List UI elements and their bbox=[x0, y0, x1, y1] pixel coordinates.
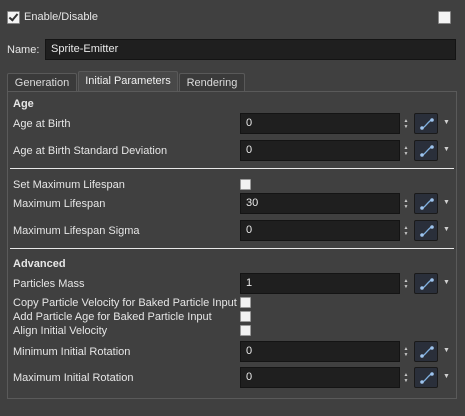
function-curve-icon[interactable] bbox=[414, 220, 438, 241]
enable-checkbox[interactable] bbox=[7, 11, 20, 24]
age-std-label: Age at Birth Standard Deviation bbox=[13, 145, 168, 157]
copy-vel-checkbox[interactable] bbox=[240, 297, 251, 308]
max-rot-label: Maximum Initial Rotation bbox=[13, 372, 134, 384]
max-life-sigma-label: Maximum Lifespan Sigma bbox=[13, 225, 140, 237]
tab-initial-parameters[interactable]: Initial Parameters bbox=[78, 71, 178, 92]
spin-arrows-icon[interactable]: ▲ ▼ bbox=[401, 113, 411, 134]
age-at-birth-label: Age at Birth bbox=[13, 118, 71, 130]
function-curve-icon[interactable] bbox=[414, 273, 438, 294]
name-field[interactable]: Sprite-Emitter bbox=[45, 39, 456, 60]
max-life-field[interactable]: 30 bbox=[240, 193, 400, 214]
dropdown-caret-icon[interactable]: ▼ bbox=[443, 373, 451, 380]
dropdown-caret-icon[interactable]: ▼ bbox=[443, 279, 451, 286]
add-age-checkbox[interactable] bbox=[240, 311, 251, 322]
copy-vel-label: Copy Particle Velocity for Baked Particl… bbox=[13, 297, 237, 309]
age-std-field[interactable]: 0 bbox=[240, 140, 400, 161]
function-curve-icon[interactable] bbox=[414, 113, 438, 134]
dropdown-caret-icon[interactable]: ▼ bbox=[443, 199, 451, 206]
function-curve-icon[interactable] bbox=[414, 367, 438, 388]
min-rot-field[interactable]: 0 bbox=[240, 341, 400, 362]
max-life-label: Maximum Lifespan bbox=[13, 198, 106, 210]
dropdown-caret-icon[interactable]: ▼ bbox=[443, 347, 451, 354]
tab-rendering[interactable]: Rendering bbox=[179, 73, 245, 92]
divider bbox=[10, 248, 454, 249]
name-label: Name: bbox=[7, 44, 40, 56]
function-curve-icon[interactable] bbox=[414, 140, 438, 161]
mass-field[interactable]: 1 bbox=[240, 273, 400, 294]
spin-arrows-icon[interactable]: ▲ ▼ bbox=[401, 220, 411, 241]
set-max-life-label: Set Maximum Lifespan bbox=[13, 179, 125, 191]
mass-label: Particles Mass bbox=[13, 278, 85, 290]
dropdown-caret-icon[interactable]: ▼ bbox=[443, 226, 451, 233]
add-age-label: Add Particle Age for Baked Particle Inpu… bbox=[13, 311, 212, 323]
enable-label: Enable/Disable bbox=[24, 11, 98, 23]
dropdown-caret-icon[interactable]: ▼ bbox=[443, 119, 451, 126]
spin-arrows-icon[interactable]: ▲ ▼ bbox=[401, 273, 411, 294]
max-life-sigma-field[interactable]: 0 bbox=[240, 220, 400, 241]
section-age: Age bbox=[13, 98, 34, 110]
tab-generation[interactable]: Generation bbox=[7, 73, 77, 92]
align-vel-label: Align Initial Velocity bbox=[13, 325, 108, 337]
max-rot-field[interactable]: 0 bbox=[240, 367, 400, 388]
spin-arrows-icon[interactable]: ▲ ▼ bbox=[401, 341, 411, 362]
function-curve-icon[interactable] bbox=[414, 341, 438, 362]
set-max-life-checkbox[interactable] bbox=[240, 179, 251, 190]
spin-arrows-icon[interactable]: ▲ ▼ bbox=[401, 367, 411, 388]
spin-arrows-icon[interactable]: ▲ ▼ bbox=[401, 193, 411, 214]
function-curve-icon[interactable] bbox=[414, 193, 438, 214]
min-rot-label: Minimum Initial Rotation bbox=[13, 346, 131, 358]
spin-arrows-icon[interactable]: ▲ ▼ bbox=[401, 140, 411, 161]
dropdown-caret-icon[interactable]: ▼ bbox=[443, 146, 451, 153]
align-vel-checkbox[interactable] bbox=[240, 325, 251, 336]
age-at-birth-field[interactable]: 0 bbox=[240, 113, 400, 134]
section-advanced: Advanced bbox=[13, 258, 66, 270]
divider bbox=[10, 168, 454, 169]
right-checkbox[interactable] bbox=[438, 11, 451, 24]
